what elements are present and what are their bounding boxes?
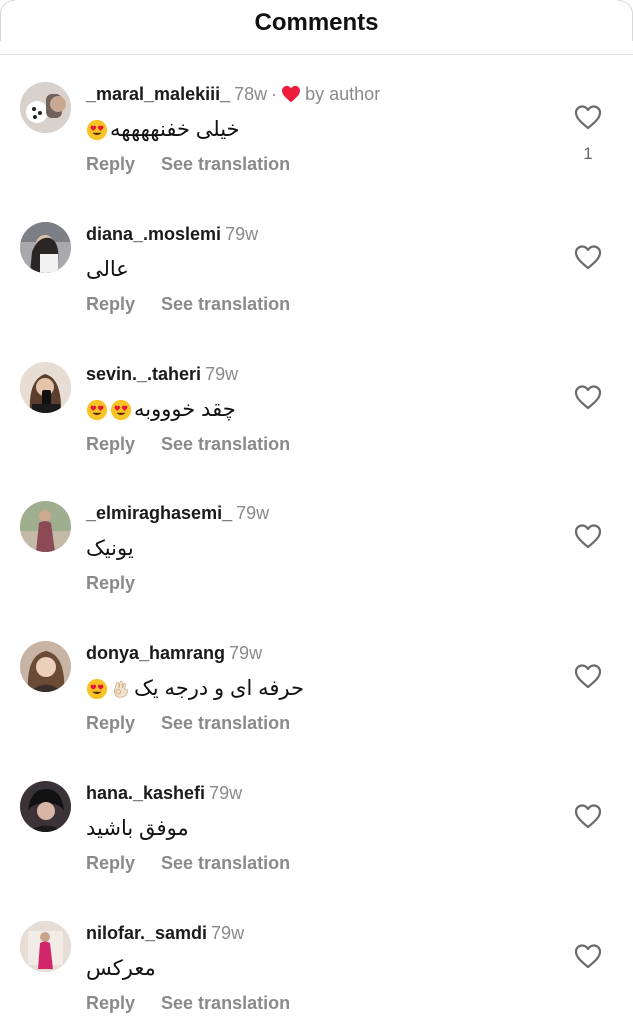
comment-body: معرکس <box>86 956 156 980</box>
heart-outline-icon <box>574 384 602 409</box>
avatar[interactable] <box>20 641 71 693</box>
username[interactable]: hana._kashefi <box>86 783 205 803</box>
see-translation-button[interactable]: See translation <box>161 154 290 174</box>
by-author-label: by author <box>305 84 381 104</box>
avatar[interactable] <box>20 780 71 832</box>
comment-item: donya_hamrang 79w حرفه ای و درجه یک Reply… <box>0 613 633 753</box>
comment-meta: hana._kashefi 79w <box>86 781 242 805</box>
username[interactable]: diana_.moslemi <box>86 224 221 244</box>
heart-outline-icon <box>574 804 602 829</box>
comment-actions: Reply See translation <box>86 851 290 875</box>
comment-item: _maral_malekiii_ 78w · by author خیلی خفنهه… <box>0 54 633 194</box>
avatar[interactable] <box>20 361 71 413</box>
comment-body: حرفه ای و درجه یک <box>134 677 304 701</box>
comment-item: diana_.moslemi 79w عالی Reply See translat… <box>0 194 633 334</box>
comment-meta: sevin._.taheri 79w <box>86 362 238 386</box>
separator-dot: · <box>271 84 278 104</box>
timestamp: 78w <box>234 84 268 104</box>
comment-text: یونیک <box>86 533 134 565</box>
like-button[interactable] <box>574 244 602 270</box>
comment-actions: Reply <box>86 571 161 595</box>
comment-body: موفق باشید <box>86 816 189 840</box>
heart-eyes-emoji <box>86 679 108 700</box>
timestamp: 79w <box>225 223 259 244</box>
comment-meta: donya_hamrang 79w <box>86 641 262 665</box>
reply-button[interactable]: Reply <box>86 573 135 593</box>
see-translation-button[interactable]: See translation <box>161 434 290 454</box>
like-button[interactable] <box>574 523 602 549</box>
timestamp: 79w <box>211 922 245 943</box>
comment-body: عالی <box>86 257 129 281</box>
heart-filled-icon <box>282 85 301 103</box>
heart-outline-icon <box>574 524 602 549</box>
like-button[interactable] <box>574 663 602 689</box>
reply-button[interactable]: Reply <box>86 713 135 733</box>
like-button[interactable] <box>574 104 602 130</box>
comment-actions: Reply See translation <box>86 432 290 456</box>
reply-button[interactable]: Reply <box>86 294 135 314</box>
timestamp: 79w <box>236 503 270 524</box>
reply-button[interactable]: Reply <box>86 853 135 873</box>
heart-outline-icon <box>574 664 602 689</box>
comment-item: nilofar._samdi 79w معرکس Reply See transla… <box>0 893 633 1033</box>
reply-button[interactable]: Reply <box>86 993 135 1013</box>
username[interactable]: sevin._.taheri <box>86 364 201 384</box>
comment-body: خیلی خفنههههه <box>110 118 240 141</box>
timestamp: 79w <box>205 363 239 384</box>
ok-hand-emoji <box>114 680 129 698</box>
heart-eyes-emoji <box>110 399 132 420</box>
comment-item: hana._kashefi 79w موفق باشید Reply See tra… <box>0 753 633 893</box>
avatar[interactable] <box>20 221 71 273</box>
see-translation-button[interactable]: See translation <box>161 713 290 733</box>
heart-eyes-emoji <box>86 119 108 141</box>
like-button[interactable] <box>574 943 602 969</box>
page-title: Comments <box>254 9 379 36</box>
reply-button[interactable]: Reply <box>86 434 135 454</box>
comment-actions: Reply See translation <box>86 711 290 735</box>
username[interactable]: donya_hamrang <box>86 643 225 663</box>
username[interactable]: _maral_malekiii_ <box>86 84 230 104</box>
comment-text: عالی <box>86 254 129 286</box>
heart-outline-icon <box>574 944 602 968</box>
comment-actions: Reply See translation <box>86 991 290 1015</box>
timestamp: 79w <box>229 643 263 664</box>
comment-meta: nilofar._samdi 79w <box>86 921 244 945</box>
comment-item: sevin._.taheri 79w چقد خوووبه Reply See tr… <box>0 334 633 474</box>
avatar[interactable] <box>20 501 71 553</box>
reply-button[interactable]: Reply <box>86 154 135 174</box>
comment-text: حرفه ای و درجه یک <box>86 673 304 705</box>
avatar[interactable] <box>20 920 71 972</box>
sheet-header: Comments <box>0 0 633 55</box>
like-count: 1 <box>583 144 593 163</box>
heart-outline-icon <box>574 105 602 130</box>
like-button[interactable] <box>574 384 602 410</box>
comment-actions: Reply See translation <box>86 152 290 176</box>
comment-text: چقد خوووبه <box>86 394 236 426</box>
heart-eyes-emoji <box>86 399 108 420</box>
see-translation-button[interactable]: See translation <box>161 993 290 1013</box>
username[interactable]: _elmiraghasemi_ <box>86 503 232 523</box>
comment-list: _maral_malekiii_ 78w · by author خیلی خفنهه… <box>0 54 633 1033</box>
comment-meta: _maral_malekiii_ 78w · by author <box>86 82 380 106</box>
comment-meta: _elmiraghasemi_ 79w <box>86 501 269 525</box>
see-translation-button[interactable]: See translation <box>161 294 290 314</box>
comment-body: چقد خوووبه <box>134 397 236 421</box>
comment-text: خیلی خفنههههه <box>86 114 240 146</box>
avatar[interactable] <box>20 82 71 133</box>
heart-outline-icon <box>574 245 602 269</box>
username[interactable]: nilofar._samdi <box>86 923 207 943</box>
comment-body: یونیک <box>86 537 134 561</box>
timestamp: 79w <box>209 782 243 803</box>
comment-text: معرکس <box>86 953 156 985</box>
comment-item: _elmiraghasemi_ 79w یونیک Reply <box>0 473 633 613</box>
comment-meta: diana_.moslemi 79w <box>86 222 258 246</box>
like-button[interactable] <box>574 803 602 829</box>
comment-actions: Reply See translation <box>86 292 290 316</box>
comment-text: موفق باشید <box>86 813 189 845</box>
see-translation-button[interactable]: See translation <box>161 853 290 873</box>
